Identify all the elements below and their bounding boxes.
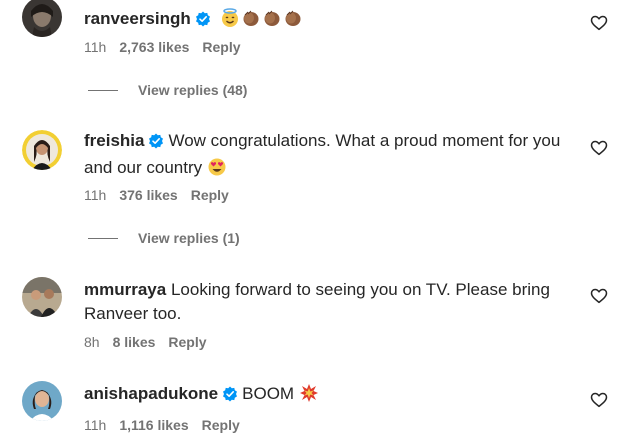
likes-count[interactable]: 8 likes [113, 334, 156, 350]
comment-meta: 11h 376 likes Reply [84, 186, 242, 204]
verified-badge-icon [148, 132, 164, 156]
comment-meta: 8h 8 likes Reply [84, 333, 220, 351]
smiling-face-with-heart-eyes-icon [207, 157, 227, 184]
avatar[interactable] [22, 130, 62, 170]
timestamp[interactable]: 11h [84, 39, 106, 55]
like-heart-icon[interactable] [590, 287, 608, 305]
divider-line [88, 237, 118, 239]
clapping-hands-icon [283, 8, 303, 35]
divider-line [88, 89, 118, 91]
like-heart-icon[interactable] [590, 139, 608, 157]
view-replies-button[interactable]: View replies (48) [88, 82, 247, 98]
reply-button[interactable]: Reply [202, 39, 240, 55]
reply-button[interactable]: Reply [202, 417, 240, 433]
verified-badge-icon [195, 10, 211, 34]
timestamp[interactable]: 11h [84, 417, 106, 433]
timestamp[interactable]: 11h [84, 187, 106, 203]
username[interactable]: freishia [84, 131, 144, 150]
reply-button[interactable]: Reply [168, 334, 206, 350]
comment-body: BOOM [242, 384, 295, 403]
reply-button[interactable]: Reply [191, 187, 229, 203]
likes-count[interactable]: 376 likes [119, 187, 177, 203]
username[interactable]: anishapadukone [84, 384, 218, 403]
comment-text: ranveersingh [84, 7, 574, 35]
username[interactable]: mmurraya [84, 280, 166, 299]
clapping-hands-icon [241, 8, 261, 35]
like-heart-icon[interactable] [590, 391, 608, 409]
comment-text: freishia Wow congratulations. What a prou… [84, 129, 574, 184]
view-replies-button[interactable]: View replies (1) [88, 230, 240, 246]
comment-text: mmurraya Looking forward to seeing you o… [84, 278, 574, 326]
collision-icon [299, 383, 319, 410]
avatar[interactable] [22, 0, 62, 37]
avatar[interactable] [22, 381, 62, 421]
clapping-hands-icon [262, 8, 282, 35]
like-heart-icon[interactable] [590, 14, 608, 32]
comment-meta: 11h 1,116 likes Reply [84, 416, 253, 434]
avatar[interactable] [22, 277, 62, 317]
view-replies-label: View replies (48) [138, 82, 248, 98]
likes-count[interactable]: 1,116 likes [119, 417, 188, 433]
verified-badge-icon [222, 385, 238, 409]
view-replies-label: View replies (1) [138, 230, 240, 246]
comment-meta: 11h 2,763 likes Reply [84, 38, 254, 56]
likes-count[interactable]: 2,763 likes [119, 39, 189, 55]
comment-text: anishapadukone BOOM [84, 382, 574, 410]
username[interactable]: ranveersingh [84, 9, 191, 28]
timestamp[interactable]: 8h [84, 334, 100, 350]
smiling-face-with-halo-icon [220, 8, 240, 35]
